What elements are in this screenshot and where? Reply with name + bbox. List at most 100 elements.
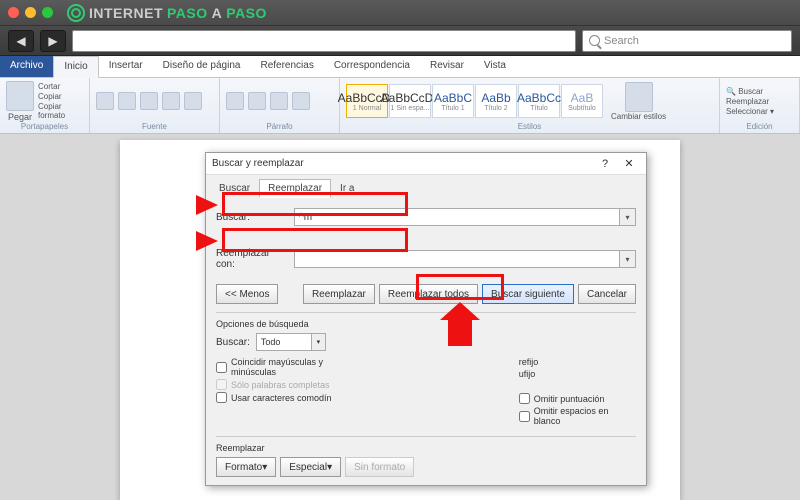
style-name: Título 2 xyxy=(484,105,507,112)
group-clipboard: Pegar Cortar Copiar Copiar formato Porta… xyxy=(0,78,90,133)
tab-references[interactable]: Referencias xyxy=(250,56,323,77)
chevron-down-icon[interactable]: ▾ xyxy=(619,251,635,267)
find-label: Buscar: xyxy=(216,212,286,223)
styles-gallery[interactable]: AaBbCcDc1 Normal AaBbCcDc1 Sin espa... A… xyxy=(346,84,603,118)
minimize-window-icon[interactable] xyxy=(25,7,36,18)
forward-button[interactable]: ▶ xyxy=(40,30,66,52)
ignore-space-checkbox[interactable]: Omitir espacios en blanco xyxy=(519,406,636,426)
find-value: ^m xyxy=(299,212,312,223)
paste-icon[interactable] xyxy=(6,81,34,111)
dialog-tab-find[interactable]: Buscar xyxy=(210,179,259,198)
close-window-icon[interactable] xyxy=(8,7,19,18)
suffix-checkbox[interactable]: ufijo xyxy=(519,369,636,379)
search-input[interactable]: Search xyxy=(582,30,792,52)
copy-button[interactable]: Copiar xyxy=(38,92,83,101)
cancel-button[interactable]: Cancelar xyxy=(578,284,636,304)
font-icon[interactable] xyxy=(96,92,114,110)
chevron-down-icon[interactable]: ▾ xyxy=(619,209,635,225)
style-sample: AaB xyxy=(571,91,594,105)
tab-view[interactable]: Vista xyxy=(474,56,516,77)
find-next-button[interactable]: Buscar siguiente xyxy=(482,284,574,304)
underline-icon[interactable] xyxy=(162,92,180,110)
style-sample: AaBbCcDc xyxy=(381,91,440,105)
replace-all-button[interactable]: Reemplazar todos xyxy=(379,284,478,304)
format-button[interactable]: Formato ▾ xyxy=(216,457,276,477)
back-button[interactable]: ◀ xyxy=(8,30,34,52)
dialog-tab-goto[interactable]: Ir a xyxy=(331,179,363,198)
replace-label: Reemplazar con: xyxy=(216,248,286,270)
chevron-down-icon[interactable]: ▾ xyxy=(311,334,325,350)
brand-logo-icon xyxy=(67,4,85,22)
change-styles-icon[interactable] xyxy=(625,82,653,112)
group-font: Fuente xyxy=(90,78,220,133)
group-styles: AaBbCcDc1 Normal AaBbCcDc1 Sin espa... A… xyxy=(340,78,720,133)
find-input[interactable]: ^m ▾ xyxy=(294,208,636,226)
search-dir-value: Todo xyxy=(261,337,281,347)
tab-home[interactable]: Inicio xyxy=(53,56,98,78)
dialog-titlebar[interactable]: Buscar y reemplazar ? ✕ xyxy=(206,153,646,175)
style-sample: AaBbCc xyxy=(517,91,561,105)
wildcards-checkbox[interactable]: Usar caracteres comodín xyxy=(216,392,369,403)
match-case-checkbox[interactable]: Coincidir mayúsculas y minúsculas xyxy=(216,357,369,377)
change-styles-label: Cambiar estilos xyxy=(611,112,666,121)
help-button[interactable]: ? xyxy=(594,155,616,173)
find-button[interactable]: 🔍 Buscar xyxy=(726,87,774,96)
whole-word-checkbox: Sólo palabras completas xyxy=(216,379,369,390)
dialog-footer: Reemplazar Formato ▾ Especial ▾ Sin form… xyxy=(216,436,636,479)
replace-button[interactable]: Reemplazar xyxy=(726,97,774,106)
group-paragraph-label: Párrafo xyxy=(226,122,333,131)
group-font-label: Fuente xyxy=(96,122,213,131)
group-styles-label: Estilos xyxy=(346,122,713,131)
options-title: Opciones de búsqueda xyxy=(216,319,636,329)
maximize-window-icon[interactable] xyxy=(42,7,53,18)
style-name: 1 Sin espa... xyxy=(391,105,430,112)
search-placeholder: Search xyxy=(604,35,639,47)
dialog-tabs: Buscar Reemplazar Ir a xyxy=(206,175,646,198)
less-button[interactable]: << Menos xyxy=(216,284,278,304)
group-editing: 🔍 Buscar Reemplazar Seleccionar ▾ Edició… xyxy=(720,78,800,133)
numbering-icon[interactable] xyxy=(248,92,266,110)
replace-one-button[interactable]: Reemplazar xyxy=(303,284,375,304)
bullets-icon[interactable] xyxy=(226,92,244,110)
paste-label: Pegar xyxy=(8,112,32,122)
format-painter-button[interactable]: Copiar formato xyxy=(38,102,83,120)
brand-text-3: A xyxy=(212,5,223,21)
spacing-icon[interactable] xyxy=(292,92,310,110)
search-options: Opciones de búsqueda Buscar: Todo ▾ Coinc… xyxy=(216,312,636,479)
italic-icon[interactable] xyxy=(140,92,158,110)
ribbon: Pegar Cortar Copiar Copiar formato Porta… xyxy=(0,78,800,134)
style-name: Título xyxy=(530,105,548,112)
style-name: Subtítulo xyxy=(568,105,596,112)
tab-mail[interactable]: Correspondencia xyxy=(324,56,420,77)
cut-button[interactable]: Cortar xyxy=(38,82,83,91)
url-input[interactable] xyxy=(72,30,576,52)
select-button[interactable]: Seleccionar ▾ xyxy=(726,107,774,116)
dialog-body: Buscar: ^m ▾ Reemplazar con: ▾ << Menos R… xyxy=(206,198,646,485)
style-sample: AaBbC xyxy=(434,91,472,105)
search-icon xyxy=(589,35,600,46)
tab-file[interactable]: Archivo xyxy=(0,56,53,77)
tab-layout[interactable]: Diseño de página xyxy=(153,56,251,77)
prefix-checkbox[interactable]: refijo xyxy=(519,357,636,367)
group-clipboard-label: Portapapeles xyxy=(6,122,83,131)
bold-icon[interactable] xyxy=(118,92,136,110)
footer-title: Reemplazar xyxy=(216,443,636,453)
site-brand: INTERNETPASOAPASO xyxy=(67,4,267,22)
window-controls xyxy=(8,7,53,18)
align-icon[interactable] xyxy=(270,92,288,110)
dialog-tab-replace[interactable]: Reemplazar xyxy=(259,179,331,198)
tab-insert[interactable]: Insertar xyxy=(99,56,153,77)
special-button[interactable]: Especial ▾ xyxy=(280,457,341,477)
dialog-title: Buscar y reemplazar xyxy=(212,158,304,169)
search-dir-label: Buscar: xyxy=(216,337,250,348)
ignore-punct-checkbox[interactable]: Omitir puntuación xyxy=(519,393,636,404)
replace-input[interactable]: ▾ xyxy=(294,250,636,268)
color-icon[interactable] xyxy=(184,92,202,110)
group-editing-label: Edición xyxy=(726,122,793,131)
tab-review[interactable]: Revisar xyxy=(420,56,474,77)
brand-text-2: PASO xyxy=(167,5,208,21)
style-name: Título 1 xyxy=(441,105,464,112)
browser-titlebar: INTERNETPASOAPASO xyxy=(0,0,800,26)
search-direction-select[interactable]: Todo ▾ xyxy=(256,333,326,351)
close-button[interactable]: ✕ xyxy=(618,155,640,173)
